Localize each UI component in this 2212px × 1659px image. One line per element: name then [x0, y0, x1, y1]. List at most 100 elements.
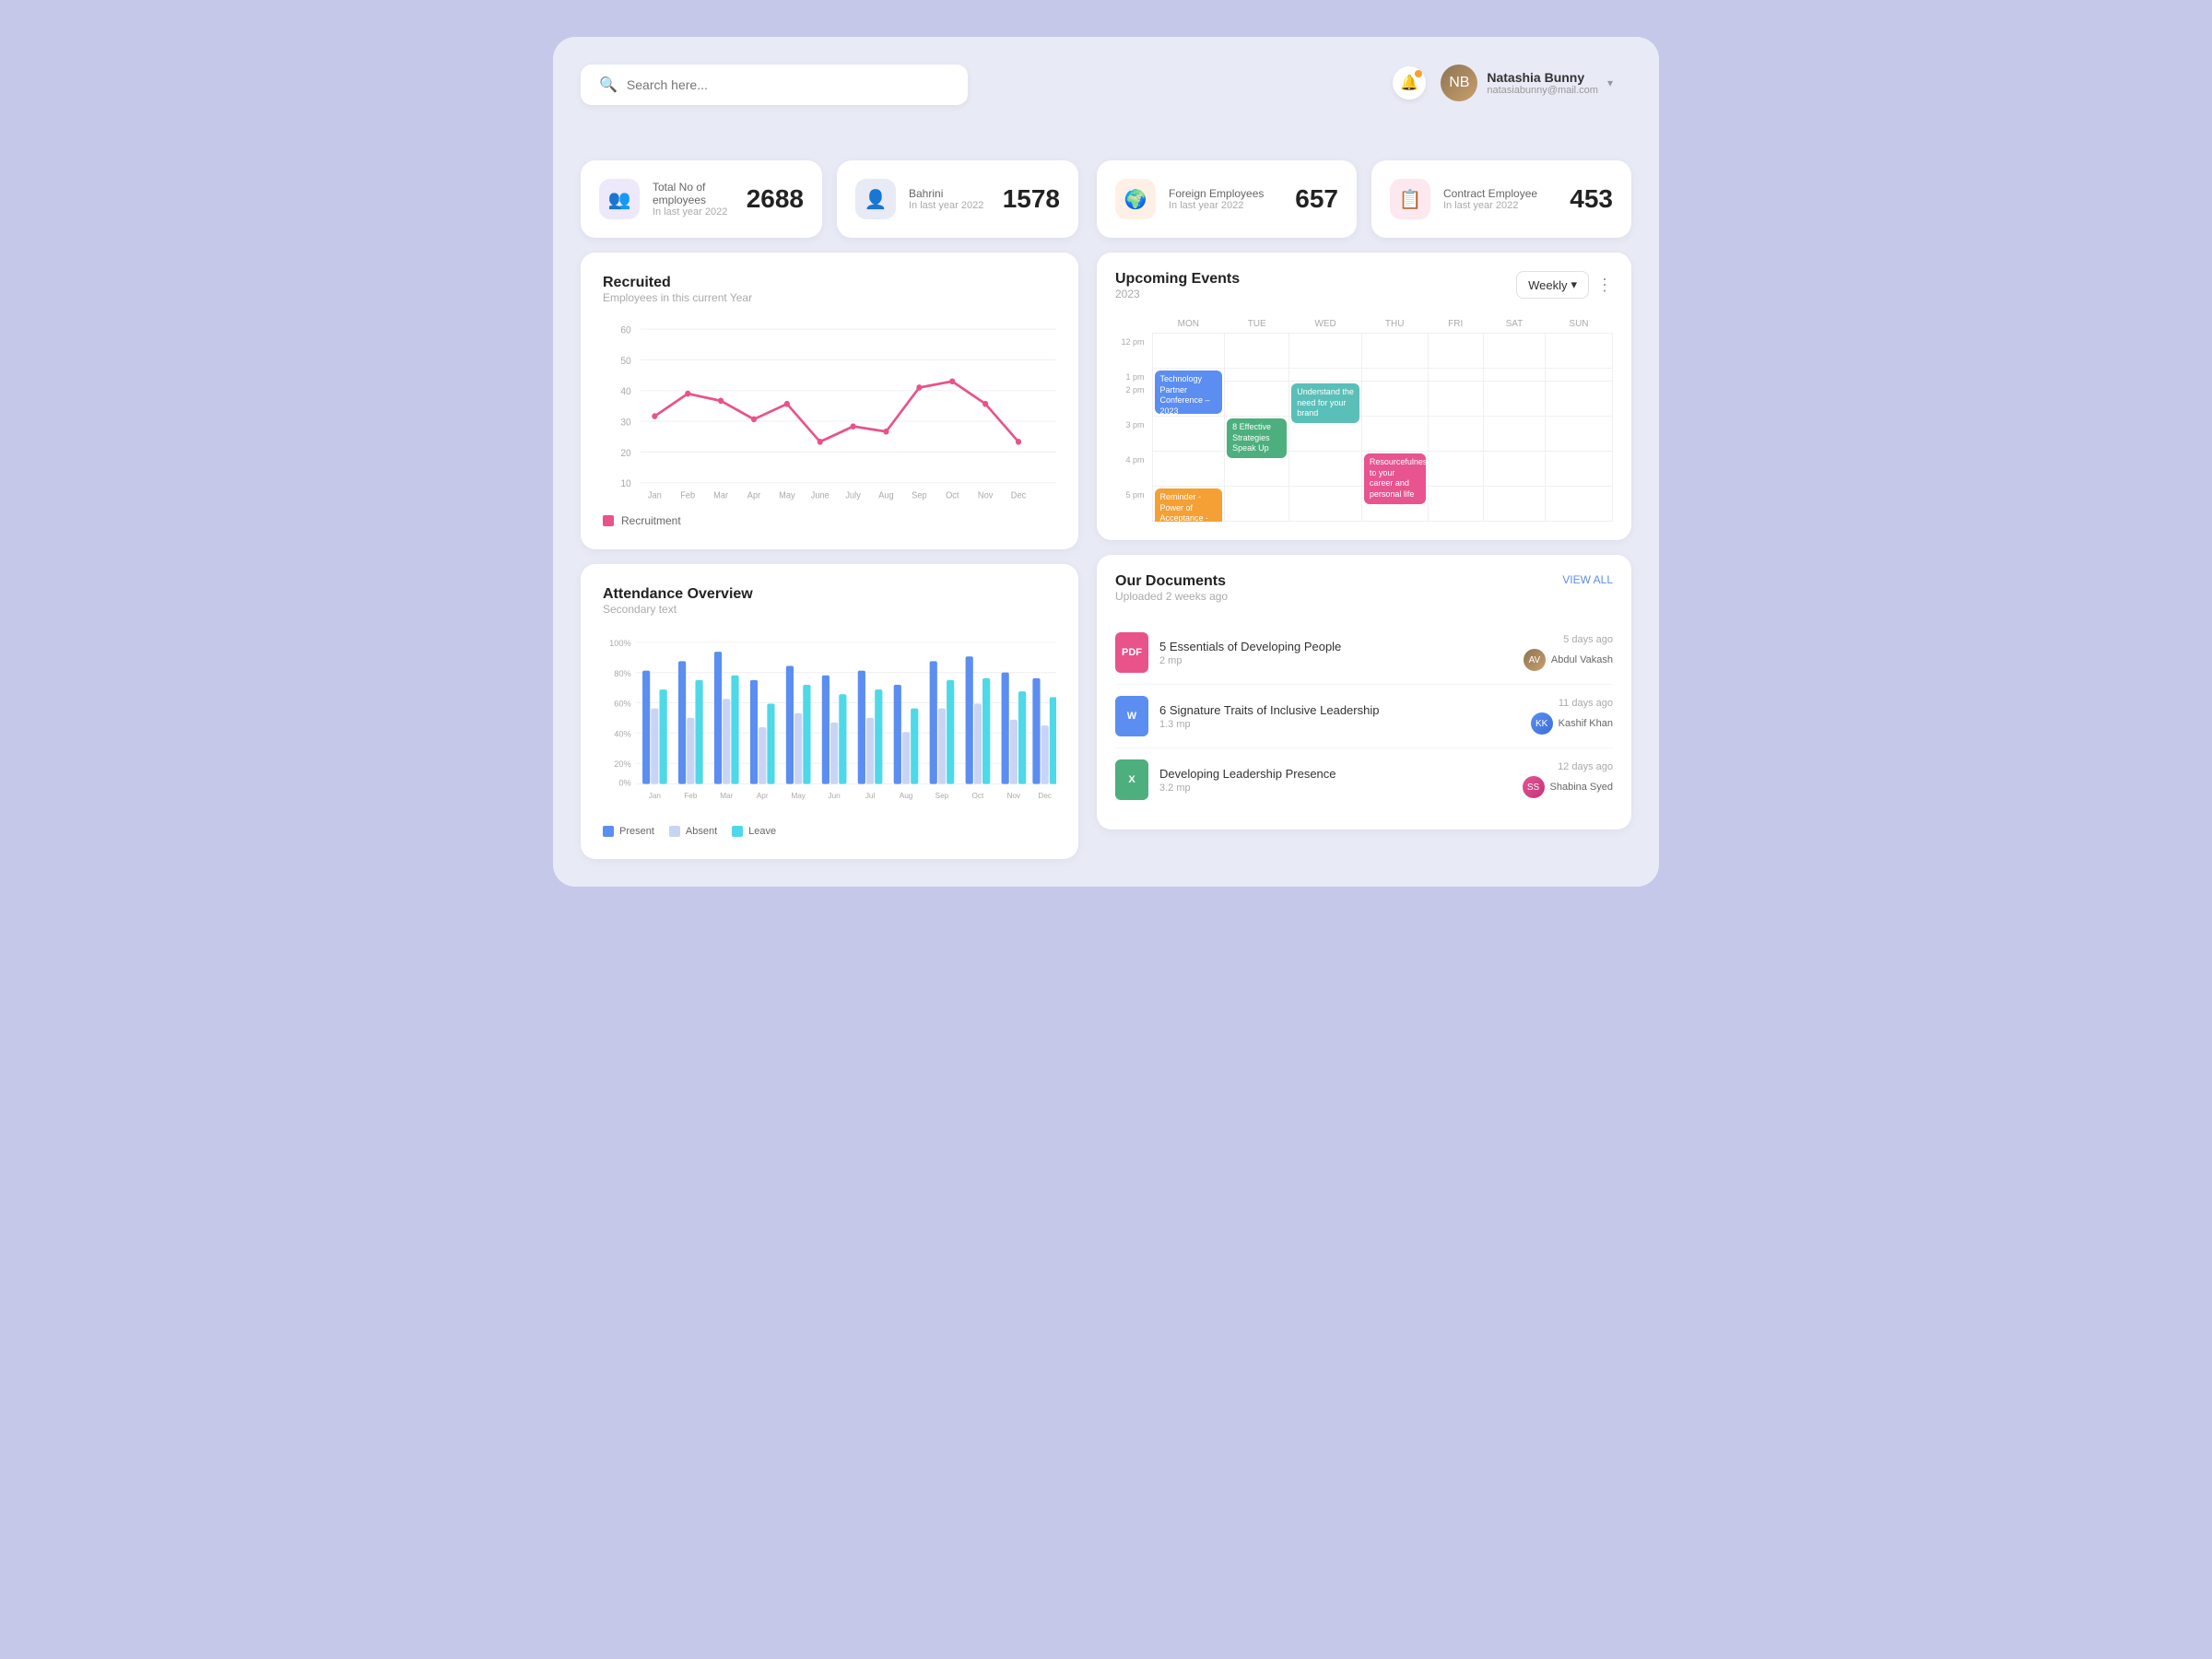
cal-cell-thu-1	[1361, 369, 1428, 382]
foreign-text: Foreign Employees In last year 2022	[1169, 187, 1264, 211]
cal-cell-fri-2	[1428, 382, 1483, 417]
cal-cell-sun-3	[1545, 417, 1612, 452]
right-stats-row: 🌍 Foreign Employees In last year 2022 65…	[1097, 160, 1631, 238]
foreign-icon: 🌍	[1115, 179, 1156, 219]
documents-card: Our Documents Uploaded 2 weeks ago VIEW …	[1097, 555, 1631, 830]
cal-cell-sun-1	[1545, 369, 1612, 382]
notification-dot	[1415, 70, 1422, 77]
cal-cell-sun-5	[1545, 487, 1612, 522]
doc-name: 6 Signature Traits of Inclusive Leadersh…	[1159, 703, 1520, 717]
cal-cell-thu-12	[1361, 334, 1428, 369]
svg-text:Aug: Aug	[878, 490, 893, 500]
cal-cell-sat-12	[1483, 334, 1545, 369]
bahrini-value: 1578	[1003, 184, 1060, 214]
cal-cell-mon-5: Reminder - Power of Acceptance - Stop Re…	[1152, 487, 1225, 522]
doc-time: 11 days ago	[1531, 698, 1613, 709]
svg-text:Jul: Jul	[865, 792, 876, 800]
weekly-select[interactable]: Weekly ▾	[1516, 271, 1589, 299]
bahrini-card: 👤 Bahrini In last year 2022 1578	[837, 160, 1078, 238]
bar-legend: Present Absent Leave	[603, 826, 1056, 837]
contract-label: Contract Employee	[1443, 187, 1537, 200]
svg-text:80%: 80%	[614, 669, 630, 678]
doc-username: Abdul Vakash	[1551, 654, 1613, 665]
event-resourcefulness[interactable]: Resourcefulness to your career and perso…	[1364, 453, 1426, 504]
cal-cell-thu-4: Resourcefulness to your career and perso…	[1361, 452, 1428, 487]
cal-cell-tue-5	[1225, 487, 1289, 522]
svg-text:50: 50	[620, 356, 630, 367]
svg-text:40: 40	[620, 386, 630, 397]
time-5pm: 5 pm	[1115, 487, 1152, 522]
event-tech-partner[interactable]: Technology Partner Conference – 2023	[1155, 371, 1223, 414]
doc-meta: 12 days ago SS Shabina Syed	[1523, 761, 1614, 798]
cal-cell-sun-4	[1545, 452, 1612, 487]
doc-user: SS Shabina Syed	[1523, 776, 1614, 798]
doc-item: X Developing Leadership Presence 3.2 mp …	[1115, 748, 1613, 811]
time-12pm: 12 pm	[1115, 334, 1152, 369]
event-strategies[interactable]: 8 Effective Strategies Speak Up	[1227, 418, 1287, 458]
doc-name: Developing Leadership Presence	[1159, 767, 1512, 781]
chevron-down-icon[interactable]: ▾	[1607, 76, 1613, 89]
day-sat: SAT	[1483, 315, 1545, 334]
day-sun: SUN	[1545, 315, 1612, 334]
doc-user: KK Kashif Khan	[1531, 712, 1613, 735]
svg-text:May: May	[791, 792, 806, 800]
line-chart: 60 50 40 30 20 10 Jan Feb Mar Apr May Ju…	[603, 319, 1056, 503]
svg-text:Nov: Nov	[978, 490, 994, 500]
doc-info: Developing Leadership Presence 3.2 mp	[1159, 767, 1512, 794]
user-email: natasiabunny@mail.com	[1487, 85, 1598, 96]
notification-button[interactable]: 🔔	[1393, 66, 1426, 100]
total-employees-sublabel: In last year 2022	[653, 206, 734, 218]
calendar-table: MON TUE WED THU FRI SAT SUN	[1115, 315, 1613, 522]
cal-cell-tue-2	[1225, 382, 1289, 417]
user-name: Natashia Bunny	[1487, 70, 1598, 85]
legend-label: Recruitment	[621, 514, 681, 527]
attendance-card: Attendance Overview Secondary text 100% …	[581, 564, 1078, 859]
attendance-title: Attendance Overview	[603, 586, 1056, 603]
bahrini-label: Bahrini	[909, 187, 983, 200]
cal-cell-sat-3	[1483, 417, 1545, 452]
user-text: Natashia Bunny natasiabunny@mail.com	[1487, 70, 1598, 96]
legend-absent: Absent	[669, 826, 717, 837]
cal-cell-wed-1	[1289, 369, 1362, 382]
cal-cell-sat-1	[1483, 369, 1545, 382]
search-input[interactable]	[627, 77, 949, 92]
doc-size: 2 mp	[1159, 655, 1512, 666]
svg-text:0%: 0%	[618, 779, 630, 788]
svg-text:20%: 20%	[614, 759, 630, 769]
calendar-controls: Weekly ▾ ⋮	[1516, 271, 1613, 299]
svg-text:Mar: Mar	[713, 490, 729, 500]
event-brand[interactable]: Understand the need for your brand	[1291, 383, 1359, 423]
legend-present: Present	[603, 826, 654, 837]
user-profile[interactable]: NB Natashia Bunny natasiabunny@mail.com …	[1441, 65, 1613, 101]
doc-time: 12 days ago	[1523, 761, 1614, 772]
svg-text:Aug: Aug	[900, 792, 913, 800]
day-mon: MON	[1152, 315, 1225, 334]
present-label: Present	[619, 826, 654, 837]
search-icon: 🔍	[599, 76, 618, 94]
doc-avatar: AV	[1524, 649, 1546, 671]
doc-info: 6 Signature Traits of Inclusive Leadersh…	[1159, 703, 1520, 730]
cal-cell-wed-2: Understand the need for your brand	[1289, 382, 1362, 417]
cal-cell-fri-12	[1428, 334, 1483, 369]
cal-cell-sat-5	[1483, 487, 1545, 522]
legend-leave: Leave	[732, 826, 776, 837]
more-options-button[interactable]: ⋮	[1596, 276, 1613, 295]
svg-text:100%: 100%	[609, 639, 631, 648]
contract-sublabel: In last year 2022	[1443, 200, 1537, 211]
event-acceptance[interactable]: Reminder - Power of Acceptance - Stop Re…	[1155, 488, 1223, 522]
view-all-docs-button[interactable]: VIEW ALL	[1562, 573, 1613, 586]
cal-cell-fri-4	[1428, 452, 1483, 487]
calendar-year: 2023	[1115, 288, 1240, 300]
cal-cell-mon-12	[1152, 334, 1225, 369]
total-employees-value: 2688	[747, 184, 804, 214]
bahrini-icon: 👤	[855, 179, 896, 219]
absent-color	[669, 826, 680, 837]
bar-chart: 100% 80% 60% 40% 20% 0%	[603, 630, 1056, 815]
word-icon: W	[1115, 696, 1148, 736]
doc-subtitle: Uploaded 2 weeks ago	[1115, 590, 1228, 603]
stats-row: 👥 Total No of employees In last year 202…	[581, 160, 1078, 238]
legend-dot	[603, 515, 614, 526]
line-chart-svg: 60 50 40 30 20 10 Jan Feb Mar Apr May Ju…	[603, 319, 1056, 503]
cal-cell-tue-1	[1225, 369, 1289, 382]
bahrini-sublabel: In last year 2022	[909, 200, 983, 211]
